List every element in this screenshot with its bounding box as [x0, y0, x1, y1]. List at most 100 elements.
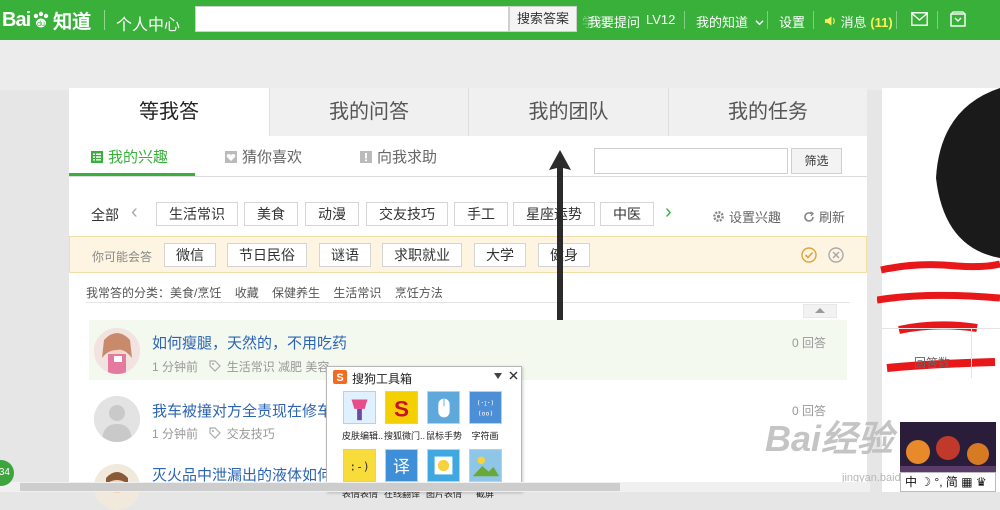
active-tab-underline	[69, 173, 195, 176]
sogou-s-icon: S	[333, 370, 347, 384]
horizontal-scrollbar[interactable]	[0, 482, 870, 492]
tab-wait-answer[interactable]: 等我答	[69, 88, 269, 136]
avatar	[94, 328, 140, 374]
sub-tabs: 我的兴趣 猜你喜欢 向我求助 筛选	[69, 136, 867, 177]
tool-translate[interactable]: 译 在线翻译	[384, 449, 420, 500]
ask-question-link[interactable]: 学问 我要提问	[578, 12, 640, 31]
subtab-guess-like[interactable]: 猜你喜欢	[225, 146, 302, 167]
interest-tag[interactable]: 动漫	[305, 202, 359, 226]
question-time: 1 分钟前	[152, 360, 199, 374]
close-icon[interactable]	[509, 371, 518, 380]
subtab-label: 向我求助	[377, 149, 438, 166]
tag-icon	[209, 427, 222, 439]
baidu-zhidao-logo[interactable]: Bai du 知道	[2, 7, 91, 33]
svg-text:S: S	[393, 396, 408, 421]
interest-tag-row: 全部 ‹ 生活常识 美食 动漫 交友技巧 手工 星座运势 中医 › 设置兴趣 刷…	[69, 188, 867, 228]
close-circle-icon[interactable]	[828, 247, 844, 263]
divider	[767, 11, 768, 29]
watermark: Bai经验	[765, 418, 894, 459]
question-tags: 生活常识 减肥 美容	[226, 360, 330, 374]
question-title[interactable]: 如何瘦腿，天然的，不用吃药	[152, 332, 347, 353]
suggest-label: 你可能会答	[92, 250, 153, 264]
tab-my-tasks[interactable]: 我的任务	[668, 88, 867, 136]
avatar	[94, 396, 140, 442]
question-tags: 交友技巧	[226, 427, 275, 441]
question-title[interactable]: 我车被撞对方全责现在修车对	[152, 400, 347, 421]
avatar-image	[94, 328, 140, 374]
category-link[interactable]: 保健养生	[272, 286, 320, 300]
tool-caption: 字符画	[471, 431, 499, 441]
check-circle-icon[interactable]	[801, 247, 817, 263]
category-link[interactable]: 生活常识	[333, 286, 381, 300]
chevron-down-icon	[755, 20, 764, 26]
tool-caption: 皮肤编辑..	[342, 431, 384, 441]
interest-tag[interactable]: 手工	[454, 202, 508, 226]
speaker-icon	[824, 16, 835, 26]
skin-editor-icon	[342, 391, 376, 424]
messages-label: 消息	[840, 15, 867, 30]
search-button[interactable]: 搜索答案	[509, 6, 577, 32]
scrollbar-thumb[interactable]	[20, 483, 620, 491]
set-interest-link[interactable]: 设置兴趣	[712, 207, 781, 226]
mouse-icon	[426, 391, 460, 424]
tool-screenshot[interactable]: 截屏	[468, 449, 502, 500]
question-meta: 1 分钟前 交友技巧	[152, 425, 275, 442]
suggest-tag[interactable]: 节日民俗	[227, 243, 307, 267]
category-link[interactable]: 烹饪方法	[395, 286, 443, 300]
svg-text::-): :-)	[349, 461, 369, 474]
filter-input[interactable]	[594, 148, 788, 174]
exclamation-icon	[360, 150, 372, 163]
tab-my-team[interactable]: 我的团队	[468, 88, 668, 136]
my-zhidao-menu[interactable]: 我的知道	[696, 12, 764, 31]
emoticon-icon: :-)	[342, 449, 376, 482]
tool-char-art[interactable]: (･ｪ･) (oo) 字符画	[468, 391, 502, 442]
interest-tag[interactable]: 中医	[600, 202, 654, 226]
ask-label: 我要提问	[588, 15, 641, 30]
heart-icon	[225, 150, 237, 163]
subtab-ask-me[interactable]: 向我求助	[360, 146, 437, 167]
ime-status-bar[interactable]: 中 ☽ °, 简 ▦ ♛	[900, 472, 996, 492]
filter-button[interactable]: 筛选	[791, 148, 842, 174]
gear-icon	[713, 211, 724, 222]
search-input[interactable]	[195, 6, 509, 32]
tab-my-qa[interactable]: 我的问答	[269, 88, 468, 136]
divider	[896, 11, 897, 29]
subtab-my-interest[interactable]: 我的兴趣	[91, 146, 168, 167]
top-navbar: Bai du 知道 个人中心 搜索答案 学问 我要提问 LV12 我的知道 设置…	[0, 0, 1000, 40]
tool-emoticon[interactable]: :-) 表情表情	[342, 449, 378, 500]
tool-image-emoji[interactable]: 图片表情	[426, 449, 462, 500]
screenshot-icon	[468, 449, 502, 482]
divider	[937, 11, 938, 29]
messages-link[interactable]: 消息 (11)	[824, 12, 893, 31]
tool-skin-editor[interactable]: 皮肤编辑..	[342, 391, 384, 442]
dropdown-arrow-icon[interactable]	[494, 373, 502, 379]
collapse-tab-icon[interactable]	[803, 304, 837, 318]
user-level[interactable]: LV12	[646, 12, 675, 27]
settings-link[interactable]: 设置	[779, 12, 805, 31]
list-icon	[91, 150, 103, 163]
answer-count-label: 回答数	[914, 356, 951, 370]
mail-icon[interactable]	[911, 12, 928, 26]
chevron-left-icon[interactable]: ‹	[131, 201, 138, 224]
tag-all[interactable]: 全部	[91, 205, 119, 225]
common-categories-label: 我常答的分类：美食/烹饪	[86, 286, 222, 300]
image-emoji-icon	[426, 449, 460, 482]
tool-sohu-portal[interactable]: S 搜狐微门..	[384, 391, 425, 442]
chevron-right-icon[interactable]: ›	[665, 201, 672, 224]
answer-count: 0 回答	[792, 336, 827, 350]
interest-tag[interactable]: 生活常识	[156, 202, 238, 226]
banner-area	[0, 40, 1000, 90]
my-zhidao-label: 我的知道	[696, 15, 749, 30]
suggest-tag[interactable]: 微信	[164, 243, 216, 267]
suggest-tag[interactable]: 求职就业	[382, 243, 462, 267]
suggest-tag[interactable]: 大学	[474, 243, 526, 267]
common-categories: 我常答的分类：美食/烹饪 收藏 保健养生 生活常识 烹饪方法	[86, 284, 453, 301]
suggest-tag[interactable]: 谜语	[319, 243, 371, 267]
tool-mouse-gesture[interactable]: 鼠标手势	[426, 391, 462, 442]
translate-icon: 译	[384, 449, 418, 482]
interest-tag[interactable]: 美食	[244, 202, 298, 226]
category-link[interactable]: 收藏	[235, 286, 259, 300]
interest-tag[interactable]: 交友技巧	[366, 202, 448, 226]
gift-box-icon[interactable]	[950, 11, 966, 27]
refresh-link[interactable]: 刷新	[803, 207, 845, 226]
